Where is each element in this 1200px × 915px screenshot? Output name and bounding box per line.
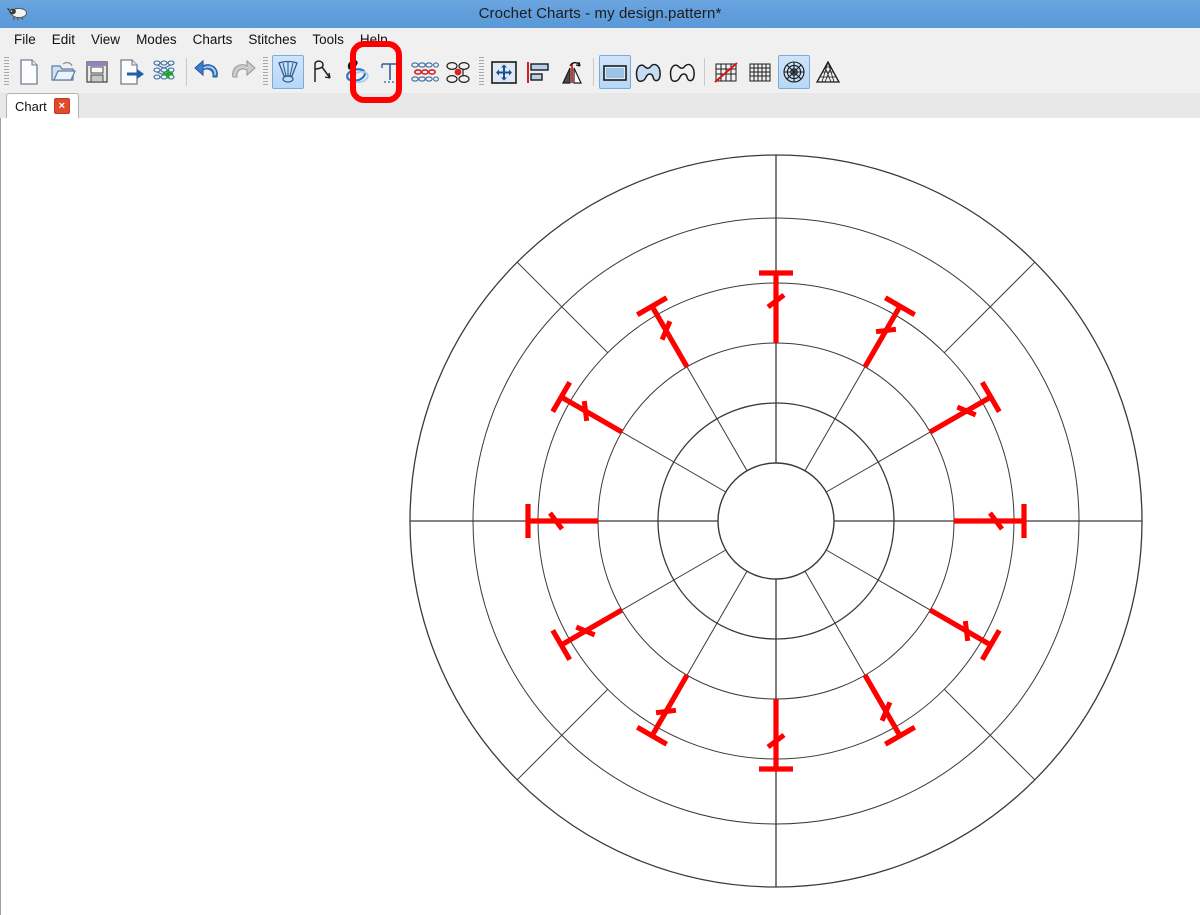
- toolbar-separator-1: [186, 58, 187, 86]
- stitch-double-crochet[interactable]: [635, 295, 690, 369]
- add-chart-icon-button[interactable]: [149, 55, 181, 89]
- export-document-icon: [120, 59, 144, 85]
- redo-arrow-icon: [232, 59, 256, 78]
- align-left-icon: [527, 62, 549, 83]
- angle-mode-icon-button[interactable]: [306, 55, 338, 89]
- text-mode-icon-button[interactable]: [374, 55, 406, 89]
- new-document-icon: [20, 59, 38, 85]
- save-floppy-icon-button[interactable]: [81, 55, 113, 89]
- title-bar: Crochet Charts - my design.pattern*: [0, 0, 1200, 29]
- undo-arrow-icon-button[interactable]: [192, 55, 224, 89]
- triangle-grid-icon: [815, 60, 841, 83]
- loop-stitch-icon: [346, 59, 369, 84]
- color-row-icon-button[interactable]: [408, 55, 440, 89]
- no-grid-icon: [714, 62, 738, 83]
- toolbar-separator-3: [704, 58, 705, 86]
- stitch-double-crochet[interactable]: [862, 295, 917, 369]
- stitch-double-crochet[interactable]: [862, 673, 917, 747]
- move-transform-icon-button[interactable]: [488, 55, 520, 89]
- no-grid-icon-button[interactable]: [710, 55, 742, 89]
- undo-arrow-icon: [194, 59, 218, 78]
- square-grid-icon: [749, 63, 771, 82]
- blob-shape-outline-icon-button[interactable]: [667, 55, 699, 89]
- move-transform-icon: [491, 61, 517, 84]
- tab-bar: Chart ×: [0, 93, 1200, 119]
- mirror-icon: [562, 61, 582, 84]
- stitch-double-crochet[interactable]: [550, 607, 624, 662]
- new-document-icon-button[interactable]: [13, 55, 45, 89]
- menu-file[interactable]: File: [6, 30, 44, 49]
- mirror-icon-button[interactable]: [556, 55, 588, 89]
- color-row-icon: [411, 62, 439, 82]
- add-chart-icon: [153, 60, 175, 80]
- square-grid-icon-button[interactable]: [744, 55, 776, 89]
- chart-spoke: [516, 261, 609, 354]
- blob-shape-filled-icon: [635, 63, 661, 82]
- stitch-double-crochet[interactable]: [550, 380, 624, 435]
- stitch-double-crochet[interactable]: [635, 673, 690, 747]
- round-grid-icon: [783, 61, 805, 83]
- open-folder-icon-button[interactable]: [47, 55, 79, 89]
- chart-spoke: [943, 688, 1036, 781]
- close-icon[interactable]: ×: [53, 98, 70, 114]
- toolbar-drag-handle-1[interactable]: [4, 57, 9, 87]
- save-floppy-icon: [86, 61, 108, 83]
- chart-ring: [717, 462, 835, 580]
- toolbar-separator-2: [593, 58, 594, 86]
- round-grid-icon-button[interactable]: [778, 55, 810, 89]
- window-title: Crochet Charts - my design.pattern*: [478, 5, 722, 22]
- toolbar-drag-handle-2[interactable]: [263, 57, 268, 87]
- menu-edit[interactable]: Edit: [44, 30, 83, 49]
- text-mode-icon: [381, 63, 399, 83]
- stitch-double-crochet[interactable]: [928, 380, 1002, 435]
- menu-charts[interactable]: Charts: [185, 30, 241, 49]
- application-window: Crochet Charts - my design.pattern* File…: [0, 0, 1200, 915]
- blob-shape-outline-icon: [669, 63, 695, 82]
- stitch-mode-icon-button[interactable]: [272, 55, 304, 89]
- triangle-grid-icon-button[interactable]: [812, 55, 844, 89]
- angle-mode-icon: [314, 60, 331, 82]
- toolbar-drag-handle-3[interactable]: [479, 57, 484, 87]
- round-crochet-chart: [409, 154, 1143, 888]
- open-folder-icon: [51, 61, 76, 81]
- chart-grid: [409, 154, 1143, 888]
- export-document-icon-button[interactable]: [115, 55, 147, 89]
- menu-stitches[interactable]: Stitches: [240, 30, 304, 49]
- menu-modes[interactable]: Modes: [128, 30, 185, 49]
- color-dot-icon: [446, 61, 470, 84]
- menu-tools[interactable]: Tools: [304, 30, 352, 49]
- chart-canvas[interactable]: [0, 118, 1200, 915]
- menu-help[interactable]: Help: [352, 30, 396, 49]
- chart-spoke: [943, 261, 1036, 354]
- chart-spoke: [516, 688, 609, 781]
- rectangle-chart-icon-button[interactable]: [599, 55, 631, 89]
- tab-chart[interactable]: Chart ×: [6, 93, 79, 118]
- rectangle-chart-icon: [603, 65, 627, 81]
- loop-stitch-icon-button[interactable]: [340, 55, 372, 89]
- stitch-double-crochet[interactable]: [928, 607, 1002, 662]
- tab-chart-label: Chart: [15, 98, 47, 114]
- blob-shape-filled-icon-button[interactable]: [633, 55, 665, 89]
- tool-bar: [0, 51, 1200, 94]
- stitch-mode-icon: [278, 60, 298, 83]
- color-dot-icon-button[interactable]: [442, 55, 474, 89]
- menu-view[interactable]: View: [83, 30, 128, 49]
- redo-arrow-icon-button[interactable]: [226, 55, 258, 89]
- menu-bar: File Edit View Modes Charts Stitches Too…: [0, 28, 1200, 51]
- align-left-icon-button[interactable]: [522, 55, 554, 89]
